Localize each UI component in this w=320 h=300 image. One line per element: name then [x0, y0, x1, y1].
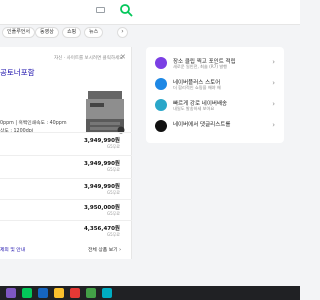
- price: 3,949,990원: [83, 184, 120, 190]
- app-icon[interactable]: [6, 288, 16, 298]
- side-item-title: 네이버에서 댓글리스트를: [173, 122, 231, 128]
- search-icon[interactable]: [119, 3, 133, 17]
- price-row[interactable]: 4,356,470원 G5무료: [0, 220, 132, 242]
- spec-speed: 0ppm | 흑백인쇄속도 : 40ppm: [0, 121, 67, 126]
- chevron-right-icon: ›: [272, 121, 275, 129]
- tabs-more-button[interactable]: ›: [117, 27, 128, 38]
- keyboard-icon[interactable]: [96, 7, 105, 13]
- top-search-bar: [0, 0, 300, 25]
- search-tabs: 인플루언서 동영상 쇼핑 뉴스: [0, 27, 130, 39]
- side-item-delivery[interactable]: 빠르게 강로 네이버배송 내일도 발송하세 보아요 ›: [146, 96, 284, 115]
- search-input[interactable]: [0, 3, 134, 20]
- shipping: G5무료: [106, 190, 120, 195]
- taskbar: [0, 286, 300, 300]
- side-item-point[interactable]: 장소 클립 찍고 포인트 적립 새로운 일인전, 최솔 (R7) 발행 ›: [146, 54, 284, 73]
- price-row[interactable]: 3,949,990원 G5무료: [0, 155, 132, 177]
- delivery-icon: [155, 99, 167, 111]
- notice-link[interactable]: 제외 및 안내: [0, 246, 25, 253]
- tab-shopping[interactable]: 쇼핑: [62, 27, 82, 38]
- close-icon[interactable]: ✕: [120, 53, 126, 61]
- price: 3,950,000원: [83, 205, 120, 211]
- price-row[interactable]: 3,949,990원 G5무료: [0, 178, 132, 200]
- tab-influencer[interactable]: 인플루언서: [2, 27, 36, 38]
- tab-video[interactable]: 동영상: [35, 27, 59, 38]
- product-title-link[interactable]: 공토너포함: [0, 67, 35, 78]
- app-icon[interactable]: [102, 288, 112, 298]
- shopping-result-card: 자신 · 사이트를 보시려면 클릭하세요 ✕ 공토너포함 0ppm | 흑백인쇄…: [0, 47, 132, 259]
- chevron-right-icon: ›: [272, 100, 275, 108]
- app-icon[interactable]: [38, 288, 48, 298]
- side-item-comments[interactable]: 네이버에서 댓글리스트를 ›: [146, 117, 284, 136]
- side-item-store[interactable]: 네이버플러스 스토어 더 합리적인 쇼핑을 해야 해 ›: [146, 75, 284, 94]
- app-icon[interactable]: [54, 288, 64, 298]
- app-icon[interactable]: [86, 288, 96, 298]
- price: 3,949,990원: [83, 161, 120, 167]
- store-icon: [155, 78, 167, 90]
- shipping: G5무료: [106, 144, 120, 149]
- price-row[interactable]: 3,950,000원 G5무료: [0, 199, 132, 221]
- chevron-right-icon: ›: [272, 79, 275, 87]
- printer-image[interactable]: [84, 89, 126, 135]
- app-icon[interactable]: [22, 288, 32, 298]
- info-note: 자신 · 사이트를 보시려면 클릭하세요: [54, 56, 124, 61]
- tab-news[interactable]: 뉴스: [84, 27, 104, 38]
- price-row[interactable]: 3,949,990원 G5무료: [0, 132, 132, 154]
- side-item-subtitle: 더 합리적인 쇼핑을 해야 해: [173, 85, 221, 90]
- side-item-subtitle: 새로운 일인전, 최솔 (R7) 발행: [173, 64, 228, 69]
- comments-icon: [155, 120, 167, 132]
- naver-services-card: 장소 클립 찍고 포인트 적립 새로운 일인전, 최솔 (R7) 발행 › 네이…: [146, 47, 284, 143]
- price: 3,949,990원: [83, 138, 120, 144]
- point-icon: [155, 57, 167, 69]
- app-icon[interactable]: [70, 288, 80, 298]
- shipping: G5무료: [106, 167, 120, 172]
- side-item-subtitle: 내일도 발송하세 보아요: [173, 106, 215, 111]
- chevron-right-icon: ›: [272, 58, 275, 66]
- price: 4,356,470원: [83, 226, 120, 232]
- shipping: G5무료: [106, 211, 120, 216]
- view-all-products-link[interactable]: 전체 상품 보기 ›: [88, 246, 121, 253]
- shipping: G5무료: [106, 232, 120, 237]
